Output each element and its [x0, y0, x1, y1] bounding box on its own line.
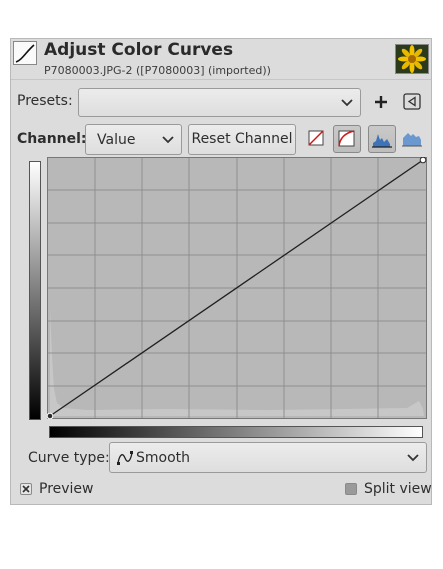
plus-icon[interactable]: [373, 94, 389, 110]
curve-point-end: [419, 157, 427, 164]
channel-label: Channel:: [17, 131, 87, 147]
channel-combo[interactable]: Value: [85, 124, 182, 155]
split-view-checkbox[interactable]: [345, 483, 357, 495]
log-histogram-icon: [402, 133, 422, 147]
dialog-header: Adjust Color Curves P7080003.JPG-2 ([P70…: [11, 39, 431, 80]
chevron-down-icon: [162, 136, 174, 144]
chevron-down-icon: [407, 454, 419, 462]
curve-point-start: [47, 412, 54, 419]
channel-value: Value: [97, 132, 136, 148]
presets-combo[interactable]: [78, 88, 361, 117]
image-thumbnail: [395, 44, 429, 74]
curve-type-combo[interactable]: Smooth: [109, 442, 427, 473]
linear-curve-button[interactable]: [303, 125, 331, 153]
curve-type-value: Smooth: [136, 450, 191, 466]
triangle-left-menu-icon[interactable]: [403, 93, 421, 110]
dialog-subtitle: P7080003.JPG-2 ([P7080003] (imported)): [44, 64, 271, 77]
curves-dialog: Adjust Color Curves P7080003.JPG-2 ([P70…: [10, 38, 432, 505]
smooth-curve-icon: [117, 451, 133, 465]
vertical-gradient-bar: [29, 161, 41, 420]
dialog-title: Adjust Color Curves: [44, 40, 234, 60]
linear-histogram-button[interactable]: [368, 125, 396, 153]
linear-histogram-icon: [372, 134, 392, 148]
preview-checkbox[interactable]: [20, 483, 32, 495]
curve-icon: [13, 41, 37, 65]
curve-type-label: Curve type:: [28, 450, 110, 466]
log-curve-icon: [338, 130, 355, 147]
curve-graph[interactable]: [47, 157, 427, 419]
split-view-label[interactable]: Split view: [364, 481, 432, 497]
horizontal-gradient-bar: [49, 426, 423, 438]
log-histogram-button[interactable]: [399, 125, 427, 153]
checkmark-x-icon: [22, 485, 30, 493]
chevron-down-icon: [341, 99, 353, 107]
preview-label[interactable]: Preview: [39, 481, 94, 497]
presets-label: Presets:: [17, 93, 73, 109]
reset-channel-button[interactable]: Reset Channel: [188, 124, 296, 155]
log-curve-button[interactable]: [333, 125, 361, 153]
linear-curve-icon: [308, 130, 324, 146]
